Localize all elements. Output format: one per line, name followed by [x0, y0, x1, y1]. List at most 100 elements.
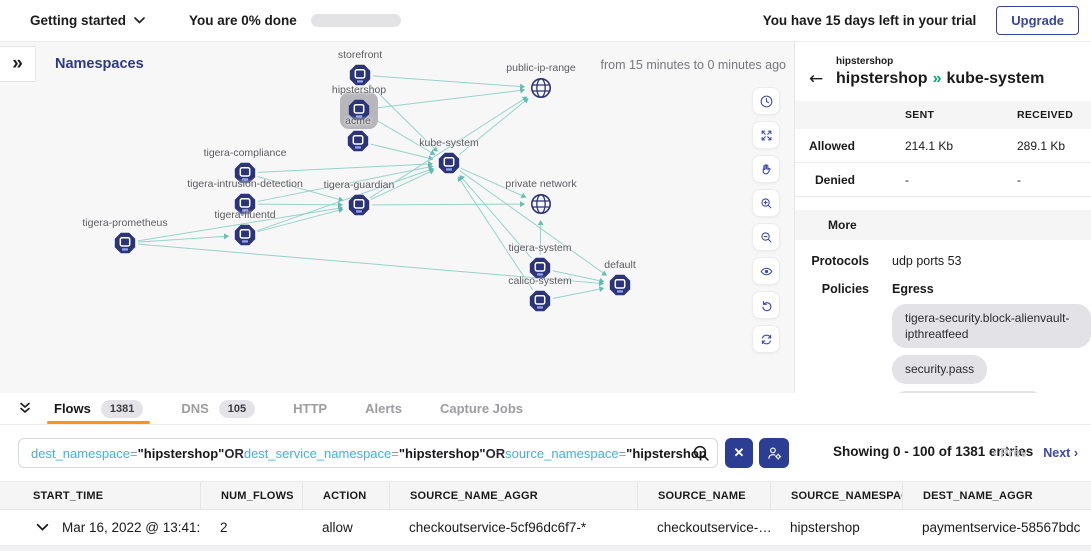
tab-alerts[interactable]: Alerts [365, 393, 402, 424]
tab-label: HTTP [293, 401, 327, 416]
double-chevron-down-icon [18, 402, 32, 415]
search-icon [692, 444, 710, 462]
title-source: hipstershop [836, 70, 928, 87]
search-input[interactable]: dest_namespace = "hipstershop" OR dest_s… [18, 438, 718, 468]
network-globe-icon [529, 76, 553, 100]
tab-capture-jobs[interactable]: Capture Jobs [440, 393, 523, 424]
graph-node-label: tigera-intrusion-detection [187, 178, 303, 190]
policies-row: Policies Egress [795, 282, 1091, 296]
close-icon: ✕ [734, 445, 745, 461]
details-panel: hipstershop ← hipstershop»kube-system SE… [795, 42, 1091, 393]
trial-label: You have 15 days left in your trial [763, 13, 977, 28]
fit-screen-button[interactable] [752, 121, 780, 149]
graph-node-label: acme [345, 115, 371, 127]
progress-bar [311, 14, 401, 27]
tab-http[interactable]: HTTP [293, 393, 327, 424]
clear-filter-button[interactable]: ✕ [725, 438, 753, 468]
graph-node-label: calico-system [508, 275, 572, 287]
graph-node-label: tigera-guardian [324, 179, 395, 191]
back-arrow-icon[interactable]: ← [809, 69, 836, 89]
chevron-down-icon [134, 17, 145, 24]
column-header-action: ACTION [302, 482, 389, 509]
progress-label: You are 0% done [189, 13, 297, 28]
getting-started-dropdown[interactable]: Getting started [30, 13, 145, 28]
hand-icon [759, 162, 774, 177]
cell-num_flows: 2 [200, 510, 302, 545]
upgrade-button[interactable]: Upgrade [996, 6, 1079, 35]
next-page-button[interactable]: Next › [1043, 446, 1078, 460]
zoom-out-button[interactable] [752, 223, 780, 251]
policy-tag[interactable]: security.pass [892, 355, 987, 383]
stats-sent-value: - [905, 173, 1017, 187]
stats-header: SENT RECEIVED [795, 101, 1091, 129]
query-segment: dest_namespace [31, 446, 130, 461]
stats-received-value: - [1017, 173, 1091, 187]
cell-start_time: Mar 16, 2022 @ 13:41:35.000 [0, 510, 200, 545]
flows-table: START_TIMENUM_FLOWSACTIONSOURCE_NAME_AGG… [0, 481, 1091, 551]
prev-page-button[interactable]: ‹ Prev [992, 446, 1027, 460]
stats-col-sent: SENT [905, 109, 1017, 121]
query-segment: = [391, 446, 399, 461]
table-row[interactable]: Mar 16, 2022 @ 13:41:35.0002allowcheckou… [0, 510, 1091, 546]
zoom-in-button[interactable] [752, 189, 780, 217]
stats-row-allowed: Allowed214.1 Kb289.1 Kb [795, 129, 1091, 163]
policy-tag[interactable]: platform.allow-kube-dns [892, 391, 1045, 393]
query-segment: dest_service_namespace [244, 446, 391, 461]
row-expander-icon[interactable] [36, 521, 49, 534]
more-section-header: More [795, 210, 1091, 240]
column-header-num_flows: NUM_FLOWS [200, 482, 302, 509]
bottom-tab-bar: Flows1381 DNS105 HTTP Alerts Capture Jobs [0, 393, 1091, 425]
column-header-start_time: START_TIME [0, 482, 200, 509]
user-settings-button[interactable] [759, 438, 789, 468]
column-header-source_name_aggr: SOURCE_NAME_AGGR [389, 482, 637, 509]
graph-node-label: hipstershop [332, 84, 386, 96]
undo-icon [759, 298, 774, 313]
protocols-value: udp ports 53 [892, 254, 962, 268]
collapse-tabs-button[interactable] [18, 401, 34, 417]
filter-bar: dest_namespace = "hipstershop" OR dest_s… [0, 425, 1091, 481]
query-segment: "hipstershop" [399, 446, 486, 461]
visibility-button[interactable] [752, 257, 780, 285]
tab-dns[interactable]: DNS105 [181, 393, 255, 424]
refresh-button[interactable] [752, 325, 780, 353]
next-label: Next [1043, 446, 1070, 460]
time-range-button[interactable] [752, 87, 780, 115]
cell-dest_name_aggr: paymentservice-58567bdc [902, 510, 1091, 545]
graph-node-label: tigera-system [508, 242, 571, 254]
stats-row-label: Allowed [795, 139, 905, 153]
flows-table-body: Mar 16, 2022 @ 13:41:35.0002allowcheckou… [0, 510, 1091, 546]
policy-tag[interactable]: tigera-security.block-alienvault-ipthrea… [892, 304, 1091, 348]
stats-body: Allowed214.1 Kb289.1 KbDenied-- [795, 129, 1091, 197]
expand-sidebar-button[interactable]: » [0, 46, 36, 82]
cell-action: allow [302, 510, 389, 545]
namespace-icon [437, 151, 461, 175]
main-area: » Namespaces from 15 minutes to 0 minute… [0, 42, 1091, 393]
eye-icon [759, 264, 774, 279]
pan-button[interactable] [752, 155, 780, 183]
graph-node-label: storefront [338, 49, 382, 61]
tab-label: DNS [181, 401, 208, 416]
graph-toolbar [752, 87, 780, 353]
column-header-dest_name_aggr: DEST_NAME_AGGR [902, 482, 1091, 509]
details-title: hipstershop»kube-system [836, 70, 1044, 88]
graph-node-label: tigera-prometheus [82, 217, 167, 229]
query-segment: OR [486, 446, 506, 461]
undo-button[interactable] [752, 291, 780, 319]
flows-table-header: START_TIMENUM_FLOWSACTIONSOURCE_NAME_AGG… [0, 481, 1091, 510]
policy-tag-list: tigera-security.block-alienvault-ipthrea… [892, 304, 1091, 393]
column-header-source_name: SOURCE_NAME [637, 482, 770, 509]
zoom-in-icon [759, 196, 774, 211]
tab-flows[interactable]: Flows1381 [54, 393, 143, 424]
stats-row-label: Denied [795, 173, 905, 187]
double-chevron-right-icon: » [12, 53, 23, 75]
title-dest: kube-system [946, 70, 1044, 87]
network-globe-icon [529, 192, 553, 216]
next-row-peek [0, 546, 1091, 551]
tab-label: Capture Jobs [440, 401, 523, 416]
query-segment: "hipstershop" [138, 446, 225, 461]
cell-source_namespace: hipstershop [770, 510, 902, 545]
graph-node-label: tigera-compliance [204, 147, 287, 159]
next-chevron-icon: › [1074, 446, 1078, 460]
stats-row-denied: Denied-- [795, 163, 1091, 197]
policies-label: Policies [809, 282, 869, 296]
